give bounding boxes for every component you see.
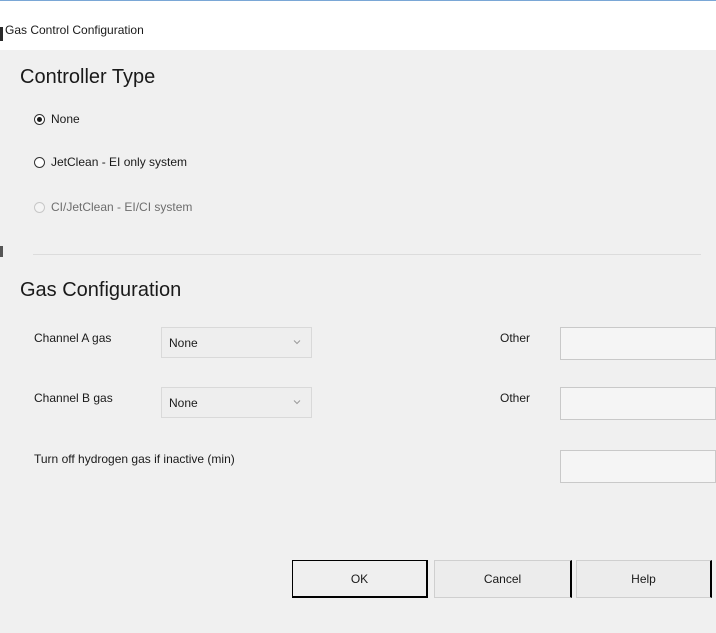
radio-none-label: None: [51, 112, 80, 126]
radio-option-jetclean[interactable]: JetClean - EI only system: [34, 153, 187, 171]
cancel-button[interactable]: Cancel: [434, 560, 572, 598]
chevron-down-icon: [293, 340, 301, 345]
chevron-down-icon: [293, 400, 301, 405]
hydrogen-timeout-label: Turn off hydrogen gas if inactive (min): [34, 452, 235, 466]
title-bar: Gas Control Configuration: [0, 0, 716, 51]
radio-ci-jetclean-label: CI/JetClean - EI/CI system: [51, 200, 193, 214]
window-edge-marker: [0, 246, 3, 257]
channel-a-label: Channel A gas: [34, 331, 112, 345]
help-button[interactable]: Help: [576, 560, 712, 598]
channel-a-other-label: Other: [500, 331, 531, 345]
channel-b-label: Channel B gas: [34, 391, 113, 405]
hydrogen-timeout-input[interactable]: [560, 450, 716, 483]
gas-configuration-heading: Gas Configuration: [20, 279, 182, 301]
window-title: Gas Control Configuration: [5, 23, 144, 37]
radio-jetclean-label: JetClean - EI only system: [51, 155, 188, 169]
channel-a-select[interactable]: None: [161, 327, 312, 358]
radio-option-none[interactable]: None: [34, 110, 80, 128]
channel-a-other-input[interactable]: [560, 327, 716, 360]
radio-ci-jetclean: [34, 201, 45, 213]
window-edge-marker: [0, 27, 3, 41]
radio-option-ci-jetclean: CI/JetClean - EI/CI system: [34, 198, 192, 216]
radio-jetclean[interactable]: [34, 156, 45, 168]
section-divider: [33, 254, 701, 255]
radio-none[interactable]: [34, 113, 45, 125]
channel-b-value: None: [169, 396, 198, 410]
ok-button[interactable]: OK: [292, 560, 428, 598]
channel-b-other-label: Other: [500, 391, 531, 405]
controller-type-heading: Controller Type: [20, 66, 156, 88]
channel-a-value: None: [169, 336, 198, 350]
channel-b-other-input[interactable]: [560, 387, 716, 420]
channel-b-select[interactable]: None: [161, 387, 312, 418]
